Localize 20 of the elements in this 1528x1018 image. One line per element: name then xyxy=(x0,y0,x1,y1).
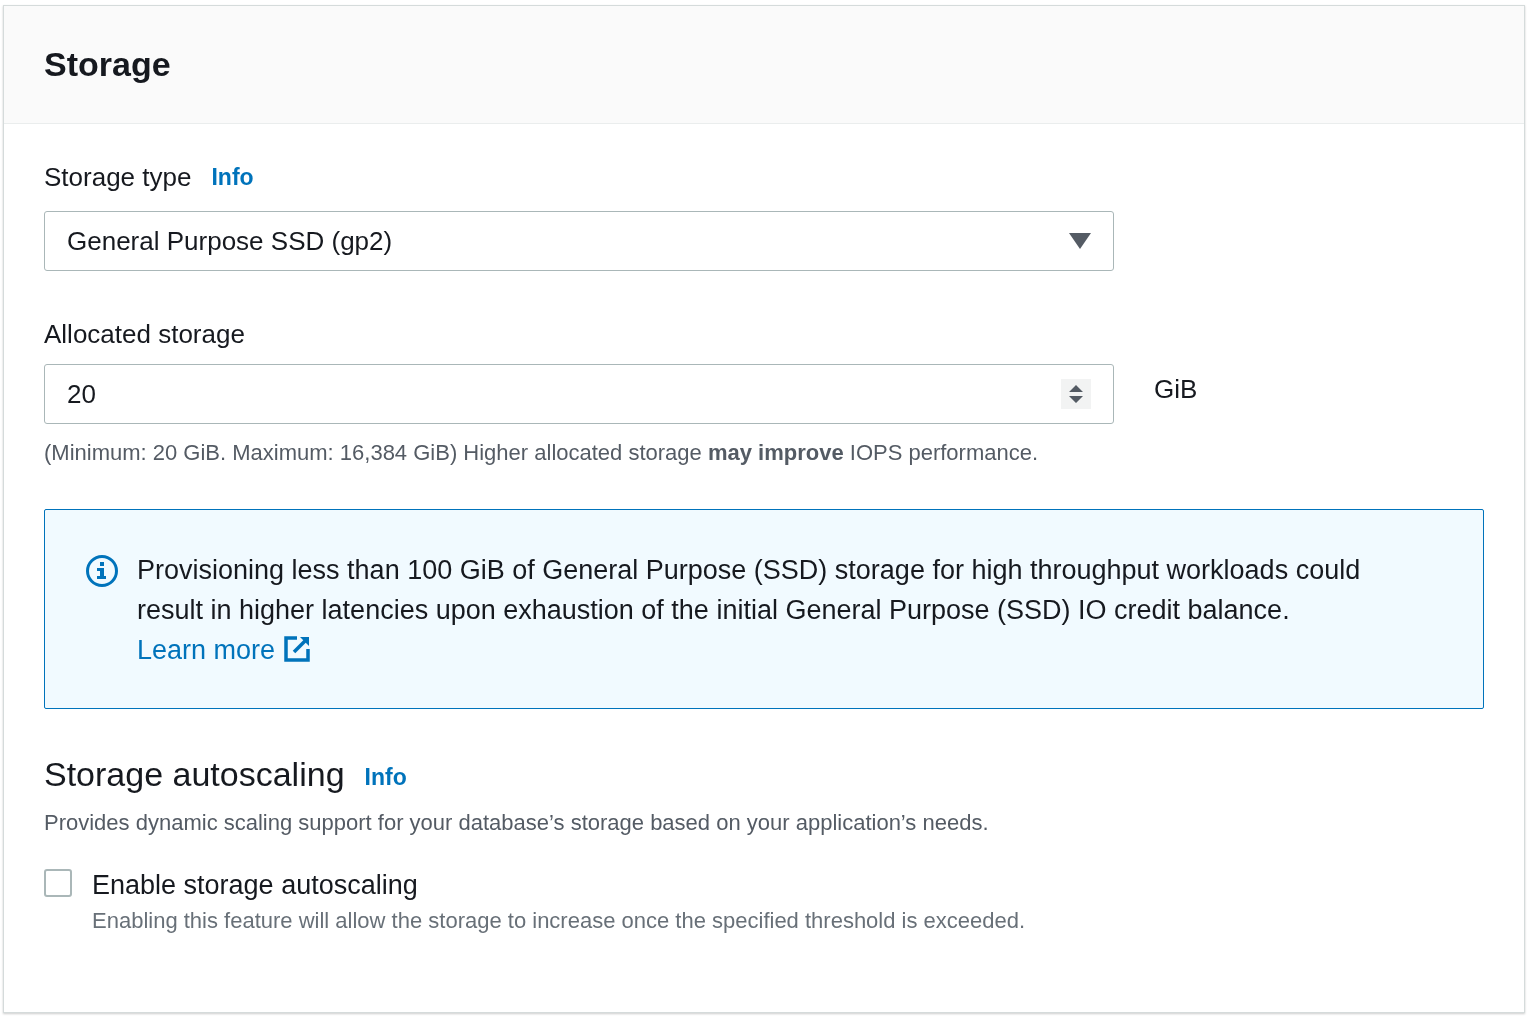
checkbox-description: Enabling this feature will allow the storage to increase once the specified threshold is exceeded. xyxy=(92,906,1027,935)
learn-more-link[interactable]: Learn more xyxy=(137,635,311,665)
checkbox-label[interactable]: Enable storage autoscaling xyxy=(92,865,1032,906)
allocated-storage-input[interactable]: 20 xyxy=(44,364,1114,424)
unit-label: GiB xyxy=(1154,373,1198,406)
external-link-icon xyxy=(282,635,311,663)
caret-down-icon xyxy=(1069,233,1091,249)
panel-title: Storage xyxy=(44,44,171,85)
section-description: Provides dynamic scaling support for your database’s storage based on your application’s needs. xyxy=(44,809,990,837)
alert-message: Provisioning less than 100 GiB of General Purpose (SSD) storage for high throughput workloads could result in higher latencies upon exhaustion of the initial General Purpose (SSD) IO credit balance. Learn more xyxy=(137,554,1362,667)
info-icon xyxy=(85,554,119,588)
field-label: Storage type xyxy=(44,161,192,194)
info-link[interactable]: Info xyxy=(364,760,407,795)
checkbox[interactable] xyxy=(44,869,72,897)
section-heading: Storage autoscaling xyxy=(44,754,345,795)
constraint-text: (Minimum: 20 GiB. Maximum: 16,384 GiB) Higher allocated storage may improve IOPS performance. xyxy=(44,439,1040,467)
info-link[interactable]: Info xyxy=(211,160,254,195)
spinner-arrows-icon[interactable] xyxy=(1061,379,1091,409)
field-label: Allocated storage xyxy=(44,318,246,351)
storage-type-select[interactable]: General Purpose SSD (gp2) xyxy=(44,211,1114,271)
